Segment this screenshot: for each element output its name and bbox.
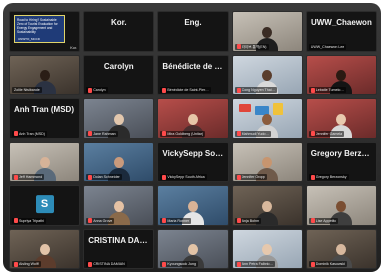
muted-mic-icon: [14, 218, 18, 223]
avatar: S: [35, 195, 54, 214]
participant-grid: Road to Hiring? Sustainable Zero of Tour…: [9, 11, 377, 269]
participant-label: 라이브 통역(EN): [234, 43, 269, 50]
tile-dominik[interactable]: Dominik Kasowski: [305, 228, 377, 269]
slide-footer: UNWTO_MCCD: [18, 36, 40, 41]
muted-mic-icon: [14, 131, 18, 136]
muted-mic-icon: [88, 261, 93, 267]
muted-mic-icon: [88, 131, 93, 136]
participant-label: Lebatle Tumelo…: [308, 87, 346, 93]
muted-mic-icon: [310, 261, 315, 267]
muted-mic-icon: [162, 261, 167, 267]
tile-anja[interactable]: Anja Bohm: [231, 185, 303, 226]
participant-label: Jeff Hammond: [12, 174, 45, 180]
participant-name: Gregory Berzon…: [310, 148, 372, 158]
tile-nguyen[interactable]: Cong Nguyen Thai…: [231, 54, 303, 95]
participant-label: Lise Appetito: [308, 217, 339, 224]
participant-label: Gregory Berzonsky: [308, 174, 349, 180]
shared-slide: Road to Hiring? Sustainable Zero of Tour…: [14, 15, 66, 43]
participant-label: Anh Tran (MSD): [12, 130, 47, 137]
tile-zolile[interactable]: Zolile Ntsibande: [9, 54, 81, 95]
participant-label: Cong Nguyen Thai…: [234, 87, 278, 93]
muted-mic-icon: [162, 87, 167, 93]
participant-name: Anh Tran (MSD): [14, 105, 74, 114]
participant-label: Anna Grove: [86, 217, 115, 224]
participant-label: VickySepp South Africa: [160, 174, 207, 180]
participant-name: Bénédicte de Sa…: [162, 61, 223, 71]
participant-label: Mira Goldberg (Unitar): [160, 130, 206, 137]
participant-name: UWW_Chaewon: [310, 18, 372, 27]
tile-jennifer-oropp[interactable]: Jennifer Oropp: [231, 141, 303, 182]
participant-label: Ann Petra Falbrio…: [234, 261, 276, 267]
tile-jane[interactable]: Jane Rahman: [83, 98, 155, 139]
participant-label: Mahmudi Yudo…: [234, 130, 272, 137]
participant-name: VickySepp South…: [162, 148, 223, 158]
tile-supriya[interactable]: S Supriya Tripathi: [9, 185, 81, 226]
muted-mic-icon: [310, 131, 315, 136]
participant-label: Dolan Schneider: [86, 174, 122, 180]
muted-mic-icon: [236, 174, 241, 180]
tile-maria[interactable]: Maria Ronner: [157, 185, 229, 226]
muted-mic-icon: [310, 218, 315, 223]
tile-kyoungsook[interactable]: Kyoungsook Jung: [157, 228, 229, 269]
participant-label: Jennifer Oropp: [234, 174, 268, 180]
participant-label: Kyoungsook Jung: [160, 261, 198, 267]
muted-mic-icon: [88, 174, 93, 180]
participant-label: Jennifer Gamela: [308, 130, 345, 137]
participant-label: Carolyn: [86, 87, 108, 93]
tile-benedicte[interactable]: Bénédicte de Sa… Bénédicte de Saint-Pier…: [157, 54, 229, 95]
tile-shared-slide[interactable]: Road to Hiring? Sustainable Zero of Tour…: [9, 11, 81, 52]
tile-kor[interactable]: Kor.: [83, 11, 155, 52]
participant-label: Dominik Kasowski: [308, 261, 347, 267]
participant-label: Maria Ronner: [160, 217, 192, 224]
participant-label: Anja Bohm: [234, 217, 262, 224]
tile-dolan[interactable]: Dolan Schneider: [83, 141, 155, 182]
muted-mic-icon: [162, 131, 167, 136]
tile-carolyn[interactable]: Carolyn Carolyn: [83, 54, 155, 95]
tile-mahmudi[interactable]: Mahmudi Yudo…: [231, 98, 303, 139]
tile-lise[interactable]: Lise Appetito: [305, 185, 377, 226]
muted-mic-icon: [162, 174, 167, 180]
slide-text: Road to Hiring? Sustainable Zero of Tour…: [17, 18, 58, 34]
video-conference-screen: Road to Hiring? Sustainable Zero of Tour…: [3, 3, 381, 272]
slide-side-tag: Kor.: [70, 44, 78, 50]
muted-mic-icon: [310, 174, 315, 180]
muted-mic-icon: [14, 261, 18, 267]
participant-label: Bénédicte de Saint-Pier…: [160, 87, 211, 93]
tile-mira[interactable]: Mira Goldberg (Unitar): [157, 98, 229, 139]
participant-label: Zolile Ntsibande: [12, 87, 42, 93]
participant-label: UWW_Chaewon Lee: [308, 43, 347, 50]
muted-mic-icon: [236, 87, 241, 93]
tile-tumi[interactable]: Lebatle Tumelo…: [305, 54, 377, 95]
tile-eng[interactable]: Eng.: [157, 11, 229, 52]
muted-mic-icon: [236, 261, 241, 267]
participant-label: Jane Rahman: [86, 130, 118, 137]
muted-mic-icon: [236, 218, 241, 223]
tile-anna[interactable]: Anna Grove: [83, 185, 155, 226]
participant-label: CRISTINA DAMIAN: [86, 261, 127, 267]
tile-gregory[interactable]: Gregory Berzon… Gregory Berzonsky: [305, 141, 377, 182]
tile-anh[interactable]: Anh Tran (MSD) Anh Tran (MSD): [9, 98, 81, 139]
participant-name: Eng.: [184, 18, 202, 27]
participant-label: Supriya Tripathi: [12, 217, 46, 224]
participant-label: Aisling Wolff: [12, 261, 41, 267]
tile-uww[interactable]: UWW_Chaewon UWW_Chaewon Lee: [305, 11, 377, 52]
tile-cristina[interactable]: CRISTINA DAMI… CRISTINA DAMIAN: [83, 228, 155, 269]
tile-vicky[interactable]: VickySepp South… VickySepp South Africa: [157, 141, 229, 182]
tile-ann-petra[interactable]: Ann Petra Falbrio…: [231, 228, 303, 269]
tile-jeff[interactable]: Jeff Hammond: [9, 141, 81, 182]
tile-aisling[interactable]: Aisling Wolff: [9, 228, 81, 269]
participant-name: CRISTINA DAMI…: [88, 235, 149, 245]
muted-mic-icon: [88, 218, 93, 223]
muted-mic-icon: [88, 87, 93, 93]
muted-mic-icon: [162, 218, 167, 223]
tile-jennifer-gamela[interactable]: Jennifer Gamela: [305, 98, 377, 139]
muted-mic-icon: [236, 131, 241, 136]
muted-mic-icon: [310, 87, 315, 93]
tile-korean-interpreter[interactable]: 라이브 통역(EN): [231, 11, 303, 52]
muted-mic-icon: [14, 174, 18, 180]
muted-mic-icon: [236, 44, 241, 49]
participant-name: Carolyn: [103, 61, 134, 71]
participant-name: Kor.: [111, 18, 127, 27]
